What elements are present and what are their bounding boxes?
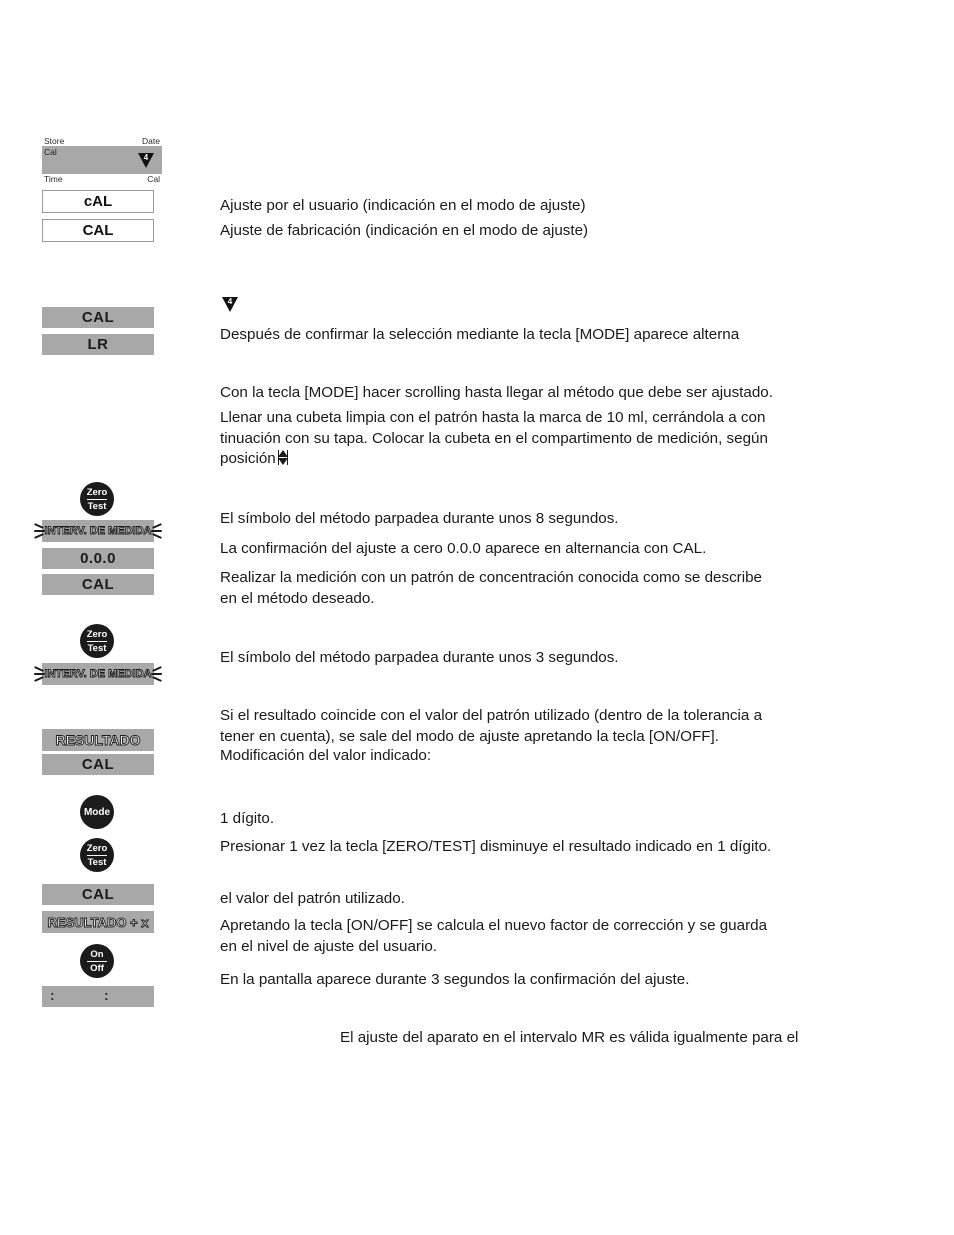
triangle-number: 4 [143,153,149,162]
display-resultado-bar: RESULTADO [42,729,154,751]
paragraph-on-off-calc: Apretando la tecla [ON/OFF] se calcula e… [220,916,920,957]
key-label-top: Zero [86,628,108,640]
flash-lines-left-icon [33,666,45,682]
store-date-display: Store Date Cal Time Cal 4 [42,136,162,184]
display-colon-bar: : : [42,986,154,1007]
paragraph-scroll-mode: Con la tecla [MODE] hacer scrolling hast… [220,384,773,401]
display-cal-bar-4: CAL [42,884,154,905]
key-zero-test-2[interactable]: Zero Test [80,624,114,658]
paragraph-mr-note: El ajuste del aparato en el intervalo MR… [340,1029,799,1046]
display-factory-cal-box: CAL [42,219,154,242]
down-triangle-icon: 4 [138,153,154,171]
display-lr-bar: LR [42,334,154,355]
key-mode[interactable]: Mode [80,795,114,829]
display-zero-value-bar: 0.0.0 [42,548,154,569]
key-divider [87,640,107,642]
paragraph-blink-8s: El símbolo del método parpadea durante u… [220,510,619,527]
fill-cuvette-line-2: tinuación con su tapa. Colocar la cubeta… [220,429,768,447]
display-colon-left: : [50,987,55,1003]
paragraph-fill-cuvette: Llenar una cubeta limpia con el patrón h… [220,408,910,470]
display-user-cal-box: cAL [42,190,154,213]
key-label: Mode [83,806,111,818]
paragraph-press-zero-test: Presionar 1 vez la tecla [ZERO/TEST] dis… [220,838,772,855]
paragraph-result-match: Si el resultado coincide con el valor de… [220,706,920,747]
key-label-bottom: Test [87,642,107,654]
cuvette-position-icon [277,450,288,465]
on-off-calc-line-1: Apretando la tecla [ON/OFF] se calcula e… [220,917,768,934]
flash-lines-right-icon [151,666,163,682]
result-match-line-2: tener en cuenta), se sale del modo de aj… [220,727,719,745]
display-interval-bar-1: INTERV. DE MEDIDA [33,520,163,542]
key-zero-test-3[interactable]: Zero Test [80,838,114,872]
key-label-bottom: Off [90,962,104,974]
triangle-number: 4 [227,297,233,306]
key-label-top: Zero [86,842,108,854]
display-label-cal: Cal [44,147,57,157]
inline-triangle-marker: 4 [222,297,240,315]
on-off-calc-line-2: en el nivel de ajuste del usuario. [220,937,437,955]
display-label-store: Store [44,136,65,146]
display-label-time: Time [44,174,63,184]
key-divider [87,854,107,856]
paragraph-measure-standard: Realizar la medición con un patrón de co… [220,568,920,609]
display-label-cal-right: Cal [147,174,160,184]
display-resultado-text: RESULTADO [55,732,141,749]
display-resultado-plus-bar: RESULTADO + x [42,911,154,933]
key-zero-test-1[interactable]: Zero Test [80,482,114,516]
display-interval-text-2: INTERV. DE MEDIDA [44,668,152,681]
display-resultado-plus-text: RESULTADO + x [47,914,149,930]
down-triangle-icon: 4 [222,297,238,315]
manual-page: Store Date Cal Time Cal 4 cAL CAL CAL LR… [0,0,954,1235]
measure-standard-line-1: Realizar la medición con un patrón de co… [220,569,762,586]
display-interval-text-1: INTERV. DE MEDIDA [44,525,152,538]
paragraph-after-confirm: Después de confirmar la selección median… [220,326,740,343]
paragraph-zero-confirm: La confirmación del ajuste a cero 0.0.0 … [220,540,707,557]
paragraph-standard-value: el valor del patrón utilizado. [220,890,405,907]
paragraph-factory-adjust: Ajuste de fabricación (indicación en el … [220,222,589,239]
paragraph-screen-3s: En la pantalla aparece durante 3 segundo… [220,971,690,988]
paragraph-one-digit: 1 dígito. [220,810,275,827]
display-cal-bar-1: CAL [42,307,154,328]
display-interval-bar-2: INTERV. DE MEDIDA [33,663,163,685]
paragraph-modify-value: Modificación del valor indicado: [220,747,432,764]
key-divider [87,498,107,500]
triangle-marker-display: 4 [138,153,156,173]
key-on-off[interactable]: On Off [80,944,114,978]
measure-standard-line-2: en el método deseado. [220,589,375,607]
result-match-line-1: Si el resultado coincide con el valor de… [220,707,763,724]
display-colon-right: : [104,987,109,1003]
key-label-bottom: Test [87,856,107,868]
key-label-top: On [90,948,104,960]
key-divider [87,960,107,962]
display-label-date: Date [142,136,160,146]
display-cal-bar-3: CAL [42,754,154,775]
fill-cuvette-line-1: Llenar una cubeta limpia con el patrón h… [220,409,766,426]
flash-lines-left-icon [33,523,45,539]
key-label-top: Zero [86,486,108,498]
fill-cuvette-line-3: posición [220,450,276,467]
key-label-bottom: Test [87,500,107,512]
display-cal-bar-2: CAL [42,574,154,595]
flash-lines-right-icon [151,523,163,539]
paragraph-blink-3s: El símbolo del método parpadea durante u… [220,649,619,666]
paragraph-user-adjust: Ajuste por el usuario (indicación en el … [220,197,586,214]
